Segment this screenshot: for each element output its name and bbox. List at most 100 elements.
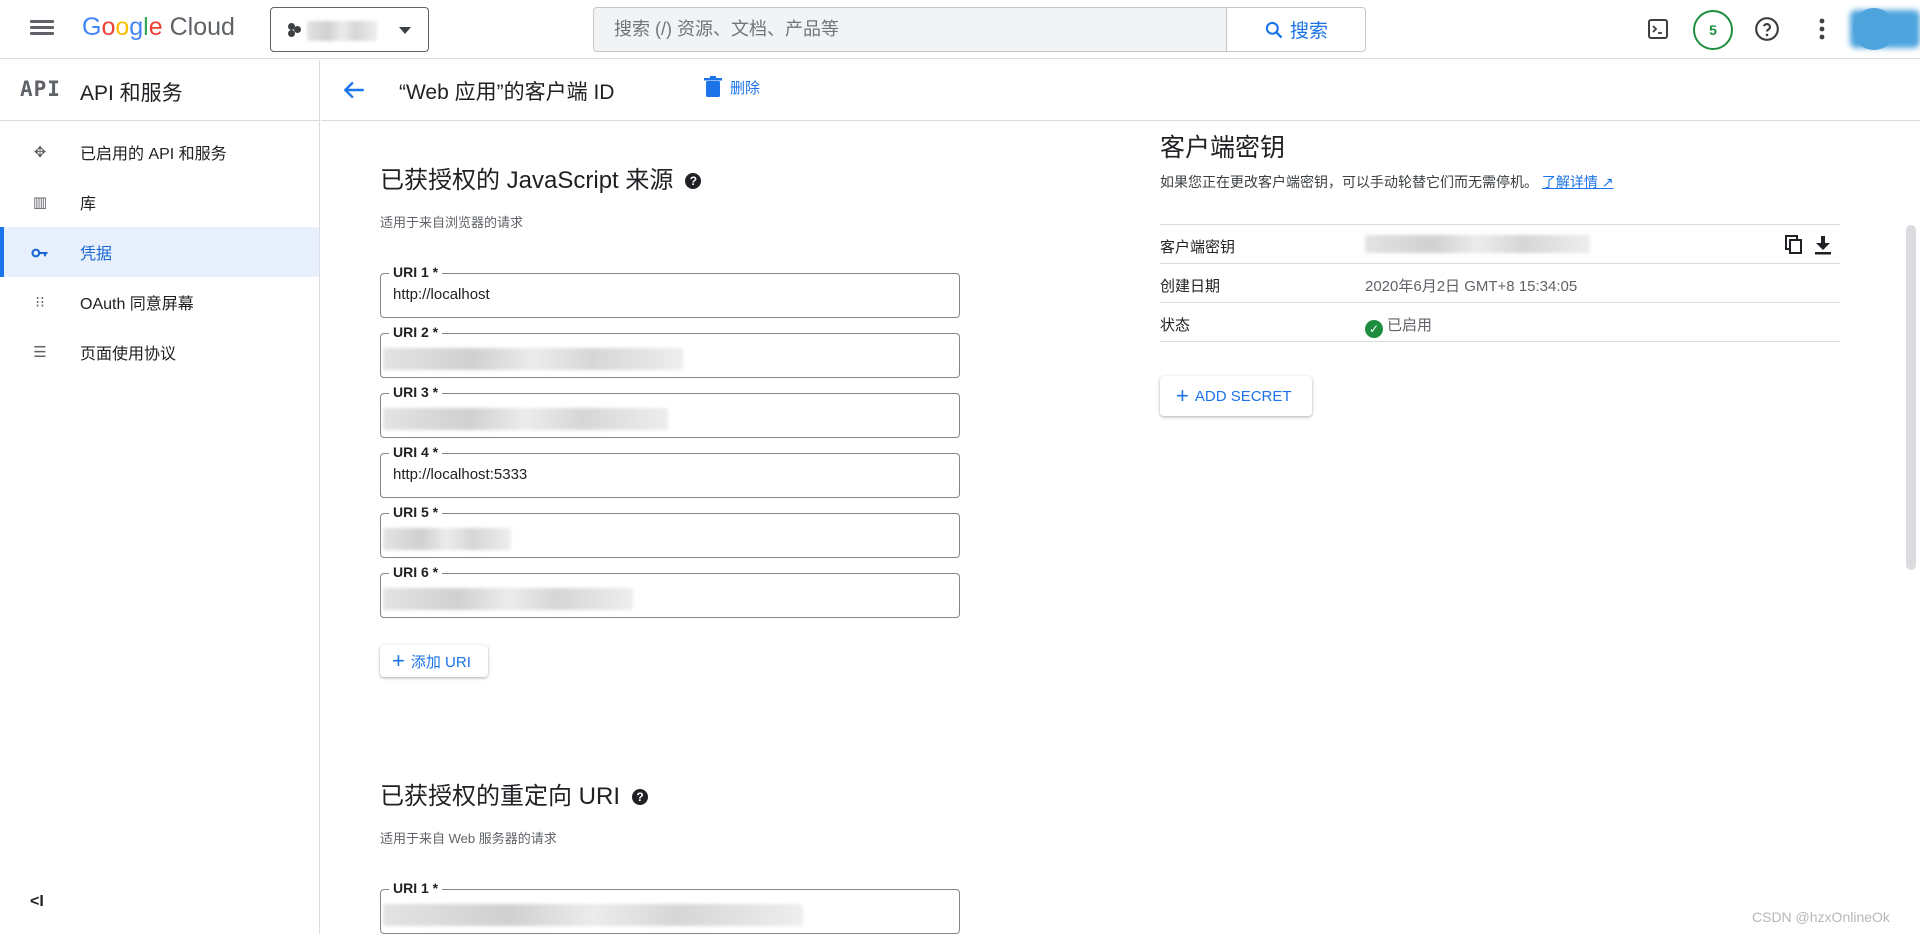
collapse-sidebar-icon[interactable]: <I — [30, 893, 44, 911]
created-date-label: 创建日期 — [1160, 278, 1221, 295]
client-secret-title: 客户端密钥 — [1160, 134, 1286, 162]
sidebar-item-label: 已启用的 API 和服务 — [80, 146, 227, 163]
delete-label: 删除 — [730, 79, 761, 97]
search-button-label: 搜索 — [1289, 21, 1328, 42]
delete-button[interactable]: 删除 — [704, 76, 760, 98]
sidebar-item-oauth-consent[interactable]: ⁝⁝ OAuth 同意屏幕 — [0, 277, 319, 327]
sidebar-item-enabled-apis[interactable]: ✥ 已启用的 API 和服务 — [0, 127, 319, 177]
download-icon[interactable] — [1814, 235, 1834, 255]
redirect-uris-title: 已获授权的重定向 URI? — [380, 776, 648, 811]
status-value: 已启用 — [1387, 317, 1433, 334]
key-icon — [30, 243, 50, 263]
js-origin-uri-5[interactable]: URI 5 * — [380, 504, 960, 558]
status-value-wrap: ✓ 已启用 — [1365, 314, 1432, 338]
plus-icon: + — [392, 648, 405, 673]
sidebar-header: API API 和服务 — [0, 60, 319, 121]
js-origin-uri-1[interactable]: URI 1 * http://localhost — [380, 264, 960, 318]
uri-label: URI 3 * — [389, 384, 443, 400]
cloud-shell-icon[interactable] — [1641, 12, 1675, 46]
project-picker[interactable] — [270, 7, 429, 52]
external-link-icon: ↗ — [1597, 174, 1614, 190]
uri-label: URI 5 * — [389, 504, 443, 520]
redirect-uris-subtitle: 适用于来自 Web 服务器的请求 — [380, 831, 557, 846]
redacted-value — [383, 528, 511, 550]
add-uri-label: 添加 URI — [410, 653, 471, 671]
status-row: 状态 ✓ 已启用 — [1160, 302, 1840, 342]
redirect-uri-1[interactable]: URI 1 * — [380, 880, 960, 934]
google-cloud-logo[interactable]: Google Cloud — [82, 13, 235, 42]
add-js-origin-uri-button[interactable]: + 添加 URI — [380, 645, 488, 677]
uri-label: URI 4 * — [389, 444, 443, 460]
search-input[interactable] — [594, 8, 1226, 51]
sidebar-item-label: OAuth 同意屏幕 — [80, 296, 194, 313]
redacted-value — [383, 904, 803, 926]
js-origin-uri-6[interactable]: URI 6 * — [380, 564, 960, 618]
add-secret-button[interactable]: + ADD SECRET — [1160, 376, 1312, 416]
js-origin-uri-2[interactable]: URI 2 * — [380, 324, 960, 378]
vertical-scrollbar[interactable] — [1906, 225, 1916, 570]
api-logo: API — [20, 77, 61, 101]
add-secret-label: ADD SECRET — [1194, 387, 1292, 405]
settings-list-icon: ☰ — [33, 344, 47, 361]
page-title: “Web 应用”的客户端 ID — [399, 81, 615, 104]
library-icon: ▥ — [32, 194, 48, 211]
js-origin-uri-3[interactable]: URI 3 * — [380, 384, 960, 438]
content-header: “Web 应用”的客户端 ID 删除 — [321, 60, 1920, 121]
sidebar-item-label: 页面使用协议 — [80, 346, 177, 363]
search-bar[interactable] — [593, 7, 1227, 52]
client-secret-table: 客户端密钥 创建日期 2020年6月2日 GMT+8 15:34:05 状态 ✓… — [1160, 224, 1840, 342]
created-date-row: 创建日期 2020年6月2日 GMT+8 15:34:05 — [1160, 263, 1840, 303]
notifications-badge[interactable]: 5 — [1693, 10, 1733, 50]
oauth-icon: ⁝⁝ — [35, 294, 45, 311]
diamond-arrows-icon: ✥ — [33, 144, 47, 161]
sidebar-item-page-usage-agreement[interactable]: ☰ 页面使用协议 — [0, 327, 319, 377]
js-origins-subtitle: 适用于来自浏览器的请求 — [380, 215, 524, 230]
redacted-value — [383, 588, 633, 610]
status-label: 状态 — [1160, 317, 1191, 334]
sidebar-item-label: 库 — [80, 196, 97, 213]
uri-label: URI 1 * — [389, 264, 443, 280]
uri-value[interactable]: http://localhost — [393, 286, 490, 303]
help-circle-icon[interactable]: ? — [685, 173, 702, 189]
search-icon — [1265, 21, 1283, 38]
sidebar-title: API 和服务 — [80, 82, 183, 105]
client-secret-description: 如果您正在更改客户端密钥，可以手动轮替它们而无需停机。 了解详情 ↗ — [1160, 172, 1614, 192]
redacted-value — [383, 348, 683, 370]
created-date-value: 2020年6月2日 GMT+8 15:34:05 — [1365, 278, 1578, 295]
redirect-uris-title-text: 已获授权的重定向 URI — [380, 783, 620, 810]
sidebar: API API 和服务 ✥ 已启用的 API 和服务 ▥ 库 凭据 ⁝⁝ OAu… — [0, 60, 320, 934]
sidebar-item-credentials[interactable]: 凭据 — [0, 227, 319, 277]
uri-value[interactable]: http://localhost:5333 — [393, 466, 527, 483]
trash-icon — [704, 76, 722, 97]
top-bar: Google Cloud 搜索 5 — [0, 0, 1920, 59]
check-circle-icon: ✓ — [1365, 320, 1383, 338]
help-circle-icon[interactable]: ? — [632, 789, 648, 805]
copy-icon[interactable] — [1785, 235, 1805, 255]
more-vert-icon[interactable] — [1805, 12, 1839, 46]
search-button[interactable]: 搜索 — [1226, 7, 1366, 52]
hamburger-menu-icon[interactable] — [28, 17, 56, 41]
learn-more-link[interactable]: 了解详情 ↗ — [1542, 174, 1614, 190]
uri-label: URI 1 * — [389, 880, 443, 896]
secret-key-label: 客户端密钥 — [1160, 239, 1236, 256]
sidebar-item-library[interactable]: ▥ 库 — [0, 177, 319, 227]
caret-down-icon — [399, 27, 411, 34]
secret-row: 客户端密钥 — [1160, 224, 1840, 264]
sidebar-item-label: 凭据 — [80, 246, 113, 263]
secret-value-redacted — [1365, 235, 1590, 253]
description-text: 如果您正在更改客户端密钥，可以手动轮替它们而无需停机。 — [1160, 174, 1538, 190]
redacted-value — [383, 408, 668, 430]
project-icon — [288, 23, 302, 37]
uri-label: URI 2 * — [389, 324, 443, 340]
avatar[interactable] — [1853, 8, 1895, 50]
uri-label: URI 6 * — [389, 564, 443, 580]
help-icon[interactable] — [1750, 12, 1784, 46]
learn-more-text: 了解详情 — [1541, 174, 1598, 190]
js-origin-uri-4[interactable]: URI 4 * http://localhost:5333 — [380, 444, 960, 498]
plus-icon: + — [1176, 383, 1189, 408]
project-name-redacted — [307, 21, 377, 41]
watermark: CSDN @hzxOnlineOk — [1752, 909, 1890, 925]
back-arrow-icon[interactable] — [341, 77, 369, 105]
js-origins-title: 已获授权的 JavaScript 来源? — [380, 160, 702, 195]
js-origins-title-text: 已获授权的 JavaScript 来源 — [380, 167, 674, 194]
